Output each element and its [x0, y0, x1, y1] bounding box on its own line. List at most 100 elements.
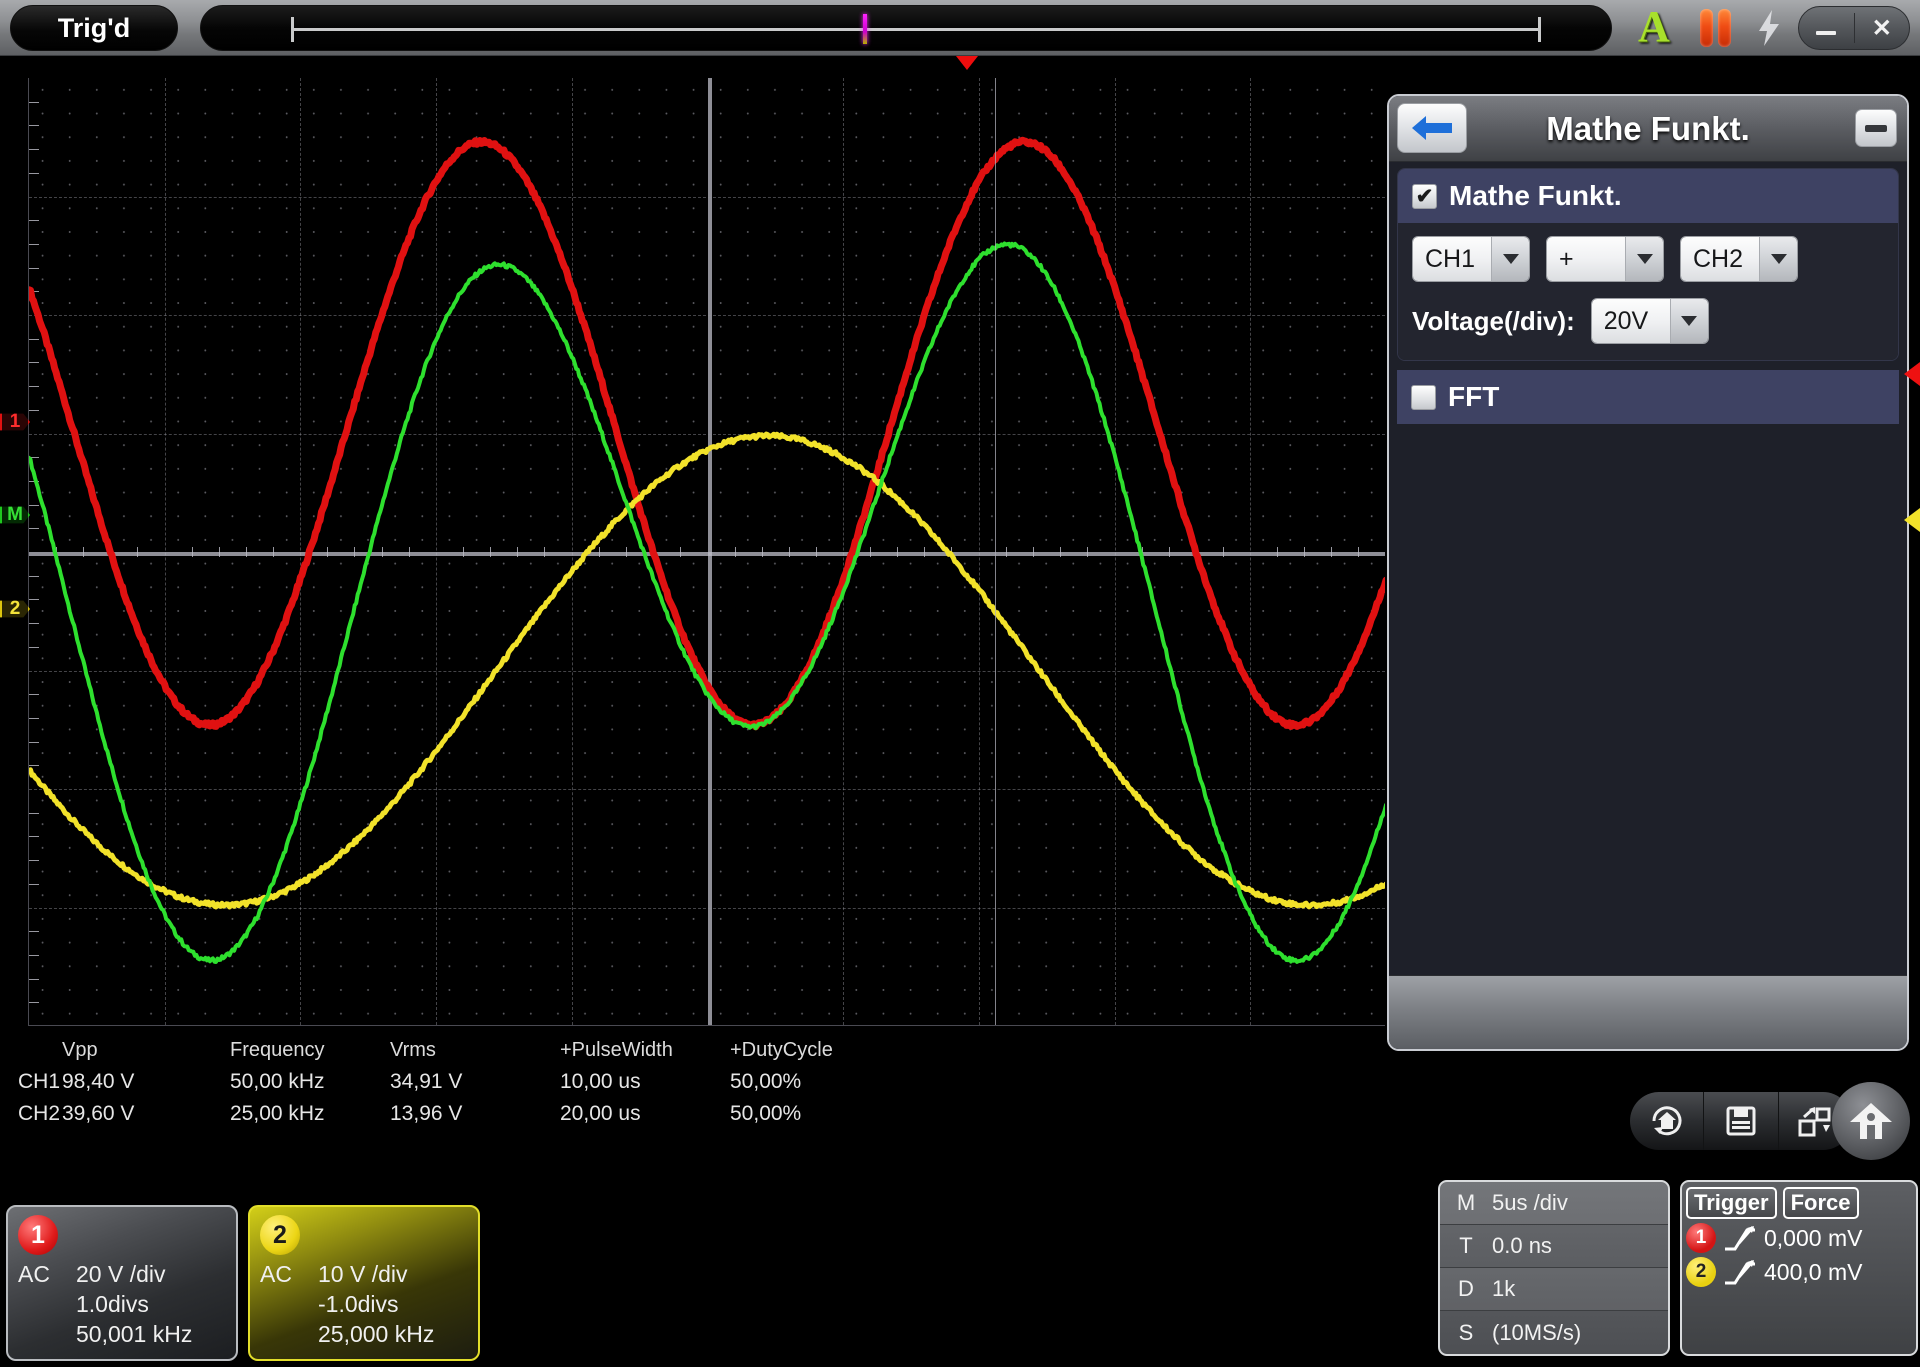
- back-arrow-icon[interactable]: [1397, 103, 1467, 153]
- measurement-dutycycle: 50,00%: [730, 1070, 802, 1093]
- table-row: CH1 98,40 V 50,00 kHz 34,91 V 10,00 us 5…: [0, 1066, 870, 1098]
- math-function-section: ✔ Mathe Funkt. CH1 + CH2 Voltage(/div): …: [1397, 168, 1899, 361]
- trigger-channel-2-label: 2: [1695, 1261, 1707, 1282]
- save-floppy-icon[interactable]: [1704, 1092, 1779, 1150]
- fft-enable-row[interactable]: FFT: [1397, 370, 1899, 424]
- channel-1-badge-label: 1: [31, 1220, 45, 1249]
- trigger-status-badge[interactable]: Trig'd: [10, 5, 178, 51]
- home-icon[interactable]: [1832, 1082, 1910, 1160]
- lightning-bolt-icon[interactable]: [1752, 8, 1786, 48]
- chevron-down-icon[interactable]: [1625, 237, 1663, 281]
- memory-position-bar[interactable]: [200, 5, 1612, 51]
- force-trigger-button[interactable]: Force: [1782, 1187, 1859, 1219]
- timebase-row-m[interactable]: M 5us /div: [1440, 1182, 1668, 1225]
- math-source-b-dropdown[interactable]: CH2: [1680, 236, 1798, 282]
- channel-2-ground-marker[interactable]: 2: [0, 598, 30, 619]
- math-source-a-dropdown[interactable]: CH1: [1412, 236, 1530, 282]
- timebase-value-s: (10MS/s): [1492, 1319, 1582, 1345]
- trigger-level-1-value: 0,000 mV: [1764, 1224, 1863, 1251]
- channel-1-coupling: AC: [18, 1261, 50, 1287]
- back-arrow-glyph: [1412, 116, 1452, 140]
- channel-1-ground-marker[interactable]: 1: [0, 411, 30, 432]
- waveform-display[interactable]: 1 M 2: [0, 56, 1385, 1031]
- trigger-level-row-2: 2 400,0 mV: [1686, 1257, 1912, 1287]
- home-glyph: [1850, 1103, 1892, 1139]
- math-panel-titlebar: Mathe Funkt.: [1389, 96, 1907, 162]
- math-operator-value: +: [1547, 237, 1625, 281]
- minimize-button[interactable]: [1799, 7, 1854, 49]
- math-enable-row[interactable]: ✔ Mathe Funkt.: [1398, 169, 1898, 223]
- measurement-vpp: 98,40 V: [62, 1070, 135, 1093]
- channel-2-marker-label: 2: [9, 598, 21, 619]
- trigger-button[interactable]: Trigger: [1686, 1187, 1777, 1219]
- chevron-down-icon[interactable]: [1491, 237, 1529, 281]
- trigger-panel[interactable]: Trigger Force 1 0,000 mV 2 400,0 mV: [1680, 1180, 1918, 1356]
- autoset-home-glyph: [1652, 1106, 1682, 1136]
- trigger-position-marker[interactable]: [956, 56, 978, 70]
- math-marker-label: M: [7, 504, 23, 525]
- trigger-status-text: Trig'd: [57, 12, 131, 43]
- memory-position-marker[interactable]: [863, 14, 867, 44]
- waveform-grid: [28, 78, 1385, 1026]
- math-ground-marker[interactable]: M: [0, 504, 30, 525]
- timebase-row-t[interactable]: T 0.0 ns: [1440, 1225, 1668, 1268]
- memory-track: [291, 28, 1541, 31]
- trigger-channel-1-badge: 1: [1686, 1223, 1716, 1253]
- math-voltage-dropdown[interactable]: 20V: [1590, 298, 1709, 344]
- timebase-key-s: S: [1458, 1319, 1474, 1345]
- measurement-col-pulsewidth: +PulseWidth: [560, 1039, 673, 1061]
- channel-1-marker-label: 1: [9, 411, 21, 432]
- measurement-row-label: CH1: [18, 1070, 61, 1093]
- measurement-frequency: 50,00 kHz: [230, 1070, 325, 1093]
- math-function-panel[interactable]: Mathe Funkt. ✔ Mathe Funkt. CH1 + CH2 Vo…: [1387, 94, 1909, 1051]
- memory-track-right-cap: [1538, 17, 1541, 42]
- trace-ch1: [29, 136, 1385, 731]
- measurement-vrms: 13,96 V: [390, 1102, 463, 1125]
- channel-2-frequency: 25,000 kHz: [318, 1321, 435, 1347]
- auto-A-icon[interactable]: A: [1638, 3, 1670, 51]
- channel-2-settings-box[interactable]: 2 AC 10 V /div -1.0divs 25,000 kHz: [248, 1205, 480, 1361]
- channel-2-badge: 2: [260, 1215, 300, 1255]
- math-voltage-row: Voltage(/div): 20V: [1412, 298, 1884, 344]
- measurement-vrms: 34,91 V: [390, 1070, 463, 1093]
- top-toolbar: Trig'd A ✕: [0, 0, 1920, 56]
- measurement-vpp: 39,60 V: [62, 1102, 135, 1125]
- channel-2-offset: -1.0divs: [318, 1291, 399, 1317]
- timebase-panel[interactable]: M 5us /div T 0.0 ns D 1k S (10MS/s): [1438, 1180, 1670, 1356]
- math-enable-label: Mathe Funkt.: [1449, 180, 1622, 211]
- trace-math: [29, 241, 1385, 964]
- fft-enable-checkbox[interactable]: [1411, 384, 1436, 410]
- minimize-icon[interactable]: [1855, 109, 1897, 147]
- measurement-pulsewidth: 10,00 us: [560, 1070, 641, 1093]
- math-enable-checkbox[interactable]: ✔: [1412, 183, 1437, 209]
- channel-2-info: AC 10 V /div -1.0divs 25,000 kHz: [260, 1259, 468, 1349]
- timebase-key-m: M: [1456, 1190, 1476, 1215]
- math-settings: CH1 + CH2 Voltage(/div): 20V: [1398, 223, 1898, 360]
- channel-1-volts-div: 20 V /div: [76, 1261, 166, 1287]
- measurement-row-label: CH2: [18, 1102, 61, 1125]
- channel-1-offset: 1.0divs: [76, 1291, 149, 1317]
- math-operator-dropdown[interactable]: +: [1546, 236, 1664, 282]
- measurement-dutycycle: 50,00%: [730, 1102, 802, 1125]
- chevron-down-icon[interactable]: [1759, 237, 1797, 281]
- channel-2-volts-div: 10 V /div: [318, 1261, 408, 1287]
- timebase-row-d[interactable]: D 1k: [1440, 1268, 1668, 1311]
- window-swap-glyph: [1798, 1107, 1831, 1137]
- channel-1-settings-box[interactable]: 1 AC 20 V /div 1.0divs 50,001 kHz: [6, 1205, 238, 1361]
- pause-icon[interactable]: [1700, 9, 1738, 47]
- timebase-value-m: 5us /div: [1492, 1190, 1568, 1215]
- timebase-value-t: 0.0 ns: [1492, 1233, 1552, 1258]
- math-source-b-value: CH2: [1681, 237, 1759, 281]
- channel-1-trigger-level-arrow[interactable]: [1904, 362, 1920, 386]
- measurement-table: Vpp Frequency Vrms +PulseWidth +DutyCycl…: [0, 1035, 1150, 1155]
- close-button[interactable]: ✕: [1855, 7, 1910, 49]
- channel-2-trigger-level-arrow[interactable]: [1904, 508, 1920, 532]
- autoset-home-icon[interactable]: [1630, 1092, 1705, 1150]
- measurement-col-frequency: Frequency: [230, 1039, 325, 1061]
- chevron-down-icon[interactable]: [1669, 299, 1708, 343]
- fft-label: FFT: [1448, 381, 1500, 412]
- timebase-row-s[interactable]: S (10MS/s): [1440, 1311, 1668, 1354]
- channel-1-badge: 1: [18, 1215, 58, 1255]
- fft-section[interactable]: FFT: [1397, 370, 1899, 424]
- bottom-toolstrip: [1630, 1092, 1852, 1150]
